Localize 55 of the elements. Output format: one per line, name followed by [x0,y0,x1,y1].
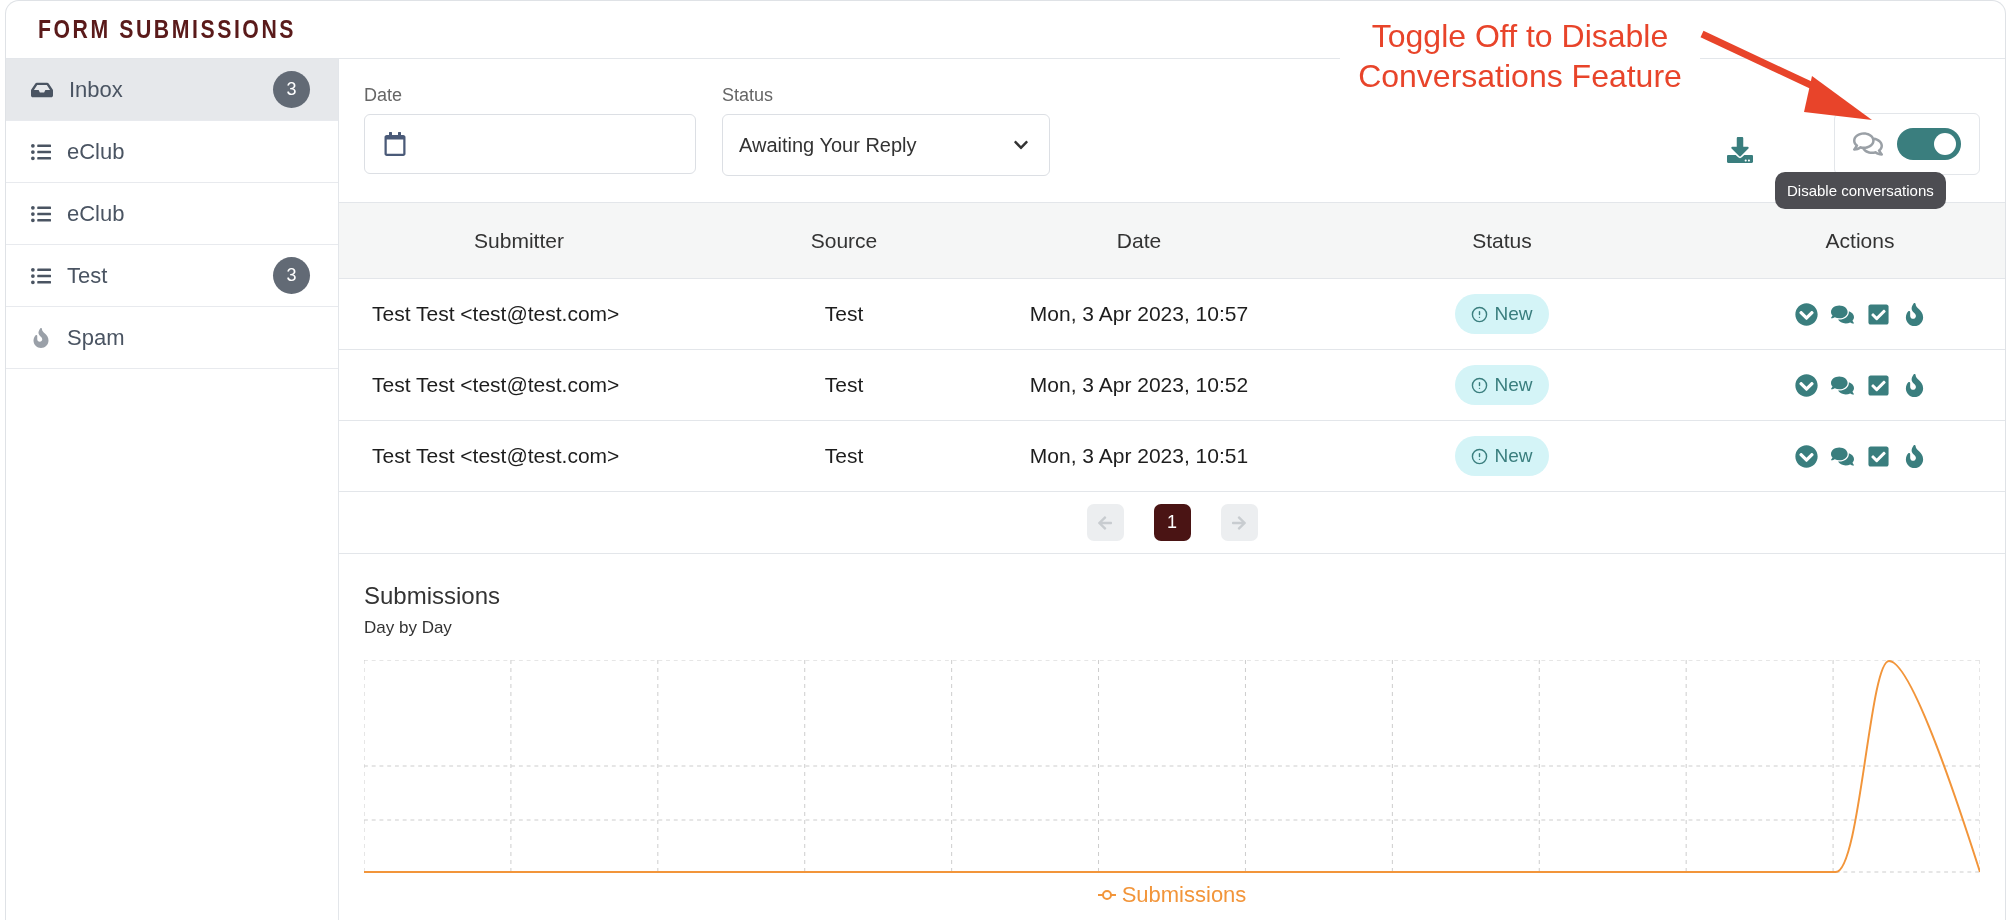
tooltip: Disable conversations [1775,172,1946,209]
sidebar-label: Test [67,262,109,289]
table-cell-text: Test [823,444,865,468]
arrow-right-icon [1231,514,1247,531]
chevron-down-icon[interactable] [1794,302,1818,326]
table-cell-text: Mon, 3 Apr 2023, 10:51 [1028,444,1250,468]
table-cell-text: Test Test <test@test.com> [371,373,621,397]
sidebar-label: Spam [67,324,126,351]
sidebar-item[interactable]: Inbox 3 [6,59,338,121]
flame-icon [31,327,51,348]
table-cell-text: Test [823,373,865,397]
chevron-down-icon[interactable] [1794,444,1818,468]
count-badge: 3 [273,71,310,108]
legend-label: Submissions [1121,882,1247,908]
column-header: Submitter [473,228,565,253]
table-cell-text: Test [823,302,865,326]
table-cell-text: Test Test <test@test.com> [371,302,621,326]
table-cell-text: Mon, 3 Apr 2023, 10:52 [1028,373,1250,397]
sidebar-label: eClub [67,200,126,227]
page-button[interactable]: 1 [1153,504,1191,541]
status-badge: New [1455,436,1549,476]
chart-title: Submissions [364,582,502,610]
alert-icon [1471,447,1489,465]
count-badge: 3 [273,257,310,294]
column-header: Source [809,228,879,253]
chevron-down-icon[interactable] [1794,373,1818,397]
column-header: Date [1115,228,1163,253]
chat-bubbles-icon [1853,129,1883,159]
alert-icon [1471,305,1489,323]
field-label: Status [722,85,775,106]
date-field[interactable] [364,114,696,174]
column-header: Actions [1824,228,1896,253]
sidebar-label: Inbox [69,76,124,103]
list-icon [31,203,51,224]
legend-marker-icon [1097,889,1116,901]
checkbox-icon[interactable] [1866,373,1890,397]
alert-icon [1471,376,1489,394]
download-icon[interactable] [1727,137,1753,163]
arrow-left-icon [1097,514,1113,531]
field-label: Date [364,85,404,106]
list-icon [31,265,51,286]
calendar-icon [383,132,407,156]
status-badge: New [1455,294,1549,334]
list-icon [31,141,51,162]
status-dropdown[interactable]: Awaiting Your Reply [722,114,1050,176]
status-badge: New [1455,365,1549,405]
checkbox-icon[interactable] [1866,444,1890,468]
table-cell-text: Test Test <test@test.com> [371,444,621,468]
toggle-switch[interactable] [1897,128,1961,160]
sidebar-label: eClub [67,138,126,165]
page-title: FORM SUBMISSIONS [38,15,297,44]
checkbox-icon[interactable] [1866,302,1890,326]
column-header: Status [1471,228,1533,253]
chart-subtitle: Day by Day [364,618,453,638]
table-cell-text: Mon, 3 Apr 2023, 10:57 [1028,302,1250,326]
